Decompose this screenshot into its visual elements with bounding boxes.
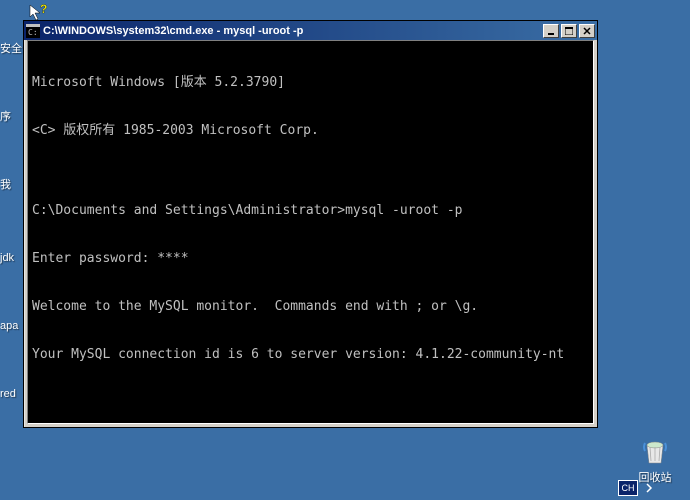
cmd-icon: C: bbox=[26, 24, 40, 38]
window-controls bbox=[543, 24, 595, 38]
svg-text:C:: C: bbox=[28, 28, 38, 37]
console-line: Your MySQL connection id is 6 to server … bbox=[32, 347, 589, 363]
ime-options-icon[interactable] bbox=[644, 480, 654, 496]
desktop-label-partial-3: 我 bbox=[0, 176, 11, 192]
desktop-label-partial-1: 安全 bbox=[0, 40, 22, 56]
maximize-button[interactable] bbox=[561, 24, 577, 38]
console-line: C:\Documents and Settings\Administrator>… bbox=[32, 203, 589, 219]
cmd-window: C: C:\WINDOWS\system32\cmd.exe - mysql -… bbox=[23, 20, 598, 428]
desktop-label-partial-5: apa bbox=[0, 320, 18, 332]
svg-text:?: ? bbox=[40, 3, 47, 16]
titlebar[interactable]: C: C:\WINDOWS\system32\cmd.exe - mysql -… bbox=[24, 21, 597, 40]
minimize-button[interactable] bbox=[543, 24, 559, 38]
close-button[interactable] bbox=[579, 24, 595, 38]
console-output[interactable]: Microsoft Windows [版本 5.2.3790] <C> 版权所有… bbox=[27, 40, 594, 424]
recycle-bin-icon[interactable]: 回收站 bbox=[635, 435, 675, 485]
window-title: C:\WINDOWS\system32\cmd.exe - mysql -uro… bbox=[43, 25, 543, 37]
console-line: Microsoft Windows [版本 5.2.3790] bbox=[32, 75, 589, 91]
ime-indicator[interactable]: CH bbox=[618, 480, 638, 496]
trash-icon bbox=[639, 435, 671, 467]
desktop-label-partial-4: jdk bbox=[0, 252, 14, 264]
desktop-label-partial-6: red bbox=[0, 388, 16, 400]
recycle-bin-label: 回收站 bbox=[635, 469, 675, 485]
console-line: Enter password: **** bbox=[32, 251, 589, 267]
console-line: <C> 版权所有 1985-2003 Microsoft Corp. bbox=[32, 123, 589, 139]
console-line: Welcome to the MySQL monitor. Commands e… bbox=[32, 299, 589, 315]
desktop-label-partial-2: 序 bbox=[0, 108, 11, 124]
